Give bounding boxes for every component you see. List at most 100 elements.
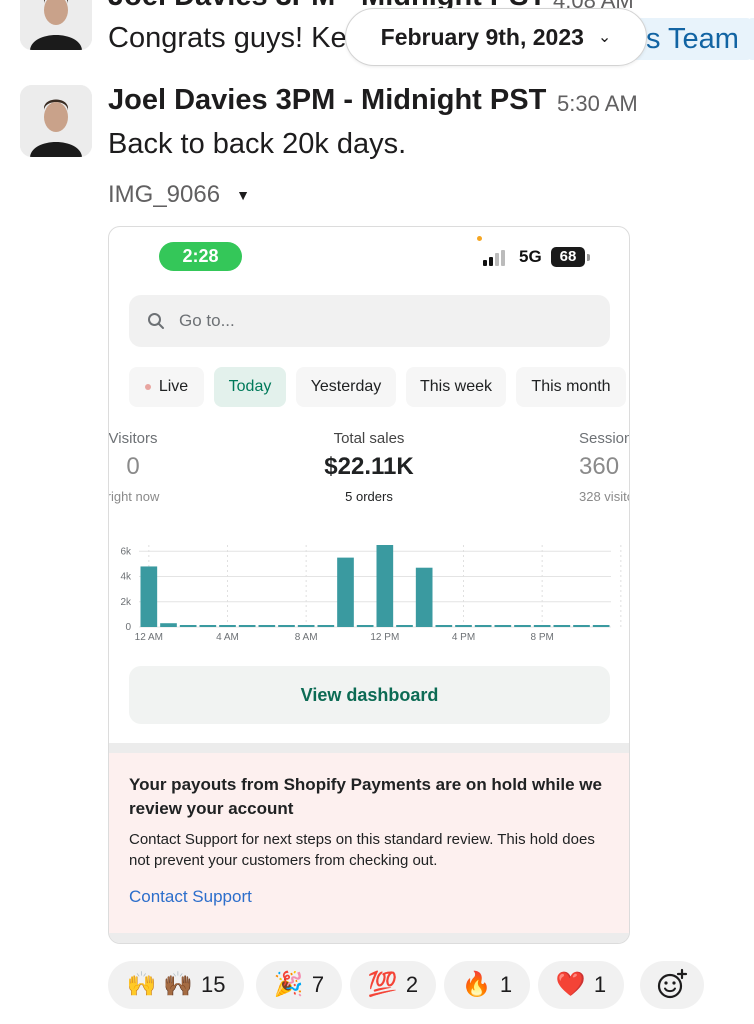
mic-indicator-icon: [477, 236, 482, 241]
tab-today[interactable]: Today: [214, 367, 286, 407]
metric-total-sales[interactable]: Total sales $22.11K 5 orders: [269, 430, 469, 504]
status-clock: 2:28: [159, 242, 242, 271]
y-tick-label: 6k: [120, 546, 132, 557]
date-divider-button[interactable]: February 9th, 2023 ⌄: [345, 8, 647, 66]
metric-label: Visitors: [108, 430, 158, 447]
y-tick-label: 4k: [120, 572, 132, 583]
metric-sessions[interactable]: Sessions 360 328 visitors: [579, 430, 629, 504]
raised-hands-icon: 🙌 🙌🏾: [126, 971, 193, 998]
reaction-party-popper[interactable]: 🎉 7: [256, 961, 342, 1009]
metric-sub: 5 orders: [345, 489, 393, 504]
reaction-count: 1: [593, 972, 607, 997]
sales-bar-chart: 0 2k 4k 6k 12 AM 4 AM 8 AM 12 PM 4 PM 8 PM: [120, 545, 622, 643]
metric-visitors[interactable]: Visitors 0 right now: [108, 430, 167, 504]
x-tick-label: 4 AM: [216, 632, 239, 643]
metric-sub: right now: [108, 489, 160, 504]
add-reaction-button[interactable]: [640, 961, 704, 1009]
live-dot-icon: [144, 384, 151, 390]
tab-label: This week: [419, 378, 493, 395]
red-heart-icon: ❤️: [555, 971, 586, 998]
caret-down-icon[interactable]: ▼: [236, 187, 250, 203]
file-name: IMG_9066: [108, 181, 221, 208]
payout-hold-banner: Your payouts from Shopify Payments are o…: [109, 753, 629, 933]
image-attachment[interactable]: 2:28 5G 68 Live Today Yesterday Thi: [108, 226, 630, 944]
bar: [356, 625, 374, 627]
date-range-tabs: Live Today Yesterday This week This mont…: [129, 367, 629, 407]
x-tick-label: 12 AM: [135, 632, 163, 643]
bar: [573, 625, 590, 627]
bar: [514, 625, 531, 627]
hundred-points-icon: 💯: [367, 971, 398, 998]
mention-chip-edge[interactable]: [748, 18, 754, 60]
avatar-photo-icon: [20, 85, 92, 157]
bar: [376, 545, 394, 627]
reaction-count: 2: [405, 972, 419, 997]
tab-this-week[interactable]: This week: [406, 367, 506, 407]
bar: [179, 625, 197, 627]
file-attachment-toggle[interactable]: IMG_9066 ▼: [108, 181, 250, 209]
tab-label: Yesterday: [310, 378, 382, 395]
bar: [415, 567, 433, 627]
bar: [396, 625, 413, 627]
view-dashboard-button[interactable]: View dashboard: [129, 666, 610, 724]
x-tick-label: 8 AM: [295, 632, 318, 643]
tab-yesterday[interactable]: Yesterday: [296, 367, 396, 407]
reaction-fire[interactable]: 🔥 1: [444, 961, 530, 1009]
fire-icon: 🔥: [461, 971, 492, 998]
network-type: 5G: [519, 247, 542, 266]
tab-this-month[interactable]: This month: [516, 367, 626, 407]
bar: [140, 566, 158, 627]
tab-label: Today: [228, 378, 272, 395]
message-text: Back to back 20k days.: [108, 128, 407, 160]
contact-support-link[interactable]: Contact Support: [129, 887, 252, 907]
avatar[interactable]: [20, 85, 92, 157]
message-author[interactable]: Joel Davies 3PM - Midnight PST: [108, 84, 546, 117]
bar: [278, 625, 295, 627]
bar: [258, 625, 276, 627]
signal-bars-icon: [483, 250, 505, 266]
battery-icon: 68: [551, 247, 585, 267]
add-reaction-icon: [657, 968, 688, 999]
avatar-photo-icon: [20, 0, 92, 50]
phone-status-bar: 2:28 5G 68: [109, 227, 629, 285]
metric-label: Total sales: [333, 430, 405, 447]
metric-value: 360: [579, 453, 620, 480]
metric-value: 0: [126, 453, 140, 480]
bar: [238, 625, 256, 627]
battery-tip: [587, 254, 590, 261]
message-timestamp[interactable]: 5:30 AM: [557, 91, 638, 117]
bar: [297, 625, 315, 627]
party-popper-icon: 🎉: [273, 971, 304, 998]
message-text: Congrats guys! Ke: [108, 22, 347, 54]
x-tick-label: 12 PM: [370, 632, 399, 643]
metric-label: Sessions: [579, 430, 629, 447]
x-tick-label: 4 PM: [452, 632, 475, 643]
reaction-count: 15: [200, 972, 226, 997]
metric-sub: 328 visitors: [579, 489, 629, 504]
reaction-count: 1: [499, 972, 513, 997]
bar: [592, 625, 610, 627]
tab-label: Live: [158, 378, 189, 395]
tab-label: This month: [531, 378, 611, 395]
bar: [160, 623, 177, 627]
bar: [533, 625, 551, 627]
y-tick-label: 0: [125, 622, 131, 633]
y-tick-label: 2k: [120, 597, 132, 608]
bar: [337, 557, 354, 627]
reaction-red-heart[interactable]: ❤️ 1: [538, 961, 624, 1009]
bar: [455, 625, 472, 627]
search-icon: [148, 313, 164, 329]
reaction-hundred-points[interactable]: 💯 2: [350, 961, 436, 1009]
tab-live[interactable]: Live: [129, 367, 204, 407]
reaction-count: 7: [311, 972, 325, 997]
bar: [435, 625, 453, 627]
bar: [219, 625, 236, 627]
search-input[interactable]: [179, 311, 559, 331]
x-tick-label: 8 PM: [530, 632, 553, 643]
bar: [317, 625, 335, 627]
reaction-raised-hands[interactable]: 🙌 🙌🏾 15: [108, 961, 244, 1009]
date-divider-label: February 9th, 2023: [380, 23, 584, 50]
bar: [494, 625, 512, 627]
search-bar[interactable]: [129, 295, 610, 347]
avatar[interactable]: [20, 0, 92, 50]
